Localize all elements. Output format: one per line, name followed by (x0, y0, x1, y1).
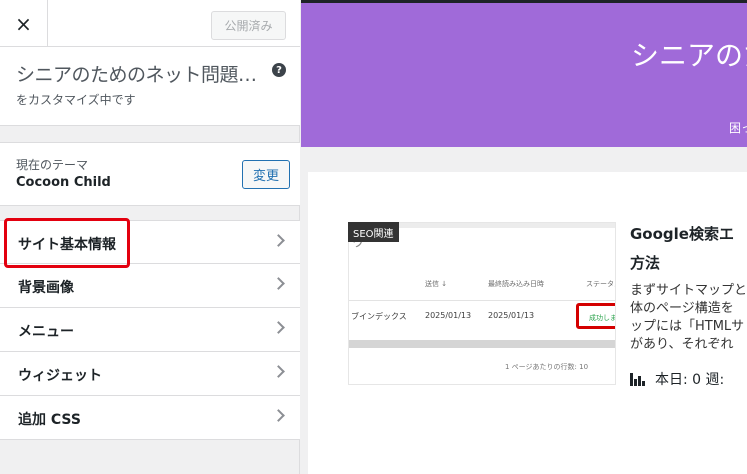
excerpt-line: があり、それぞれ (630, 337, 734, 352)
post-title[interactable]: Google検索エ 方法 (630, 220, 747, 278)
menu-item-label: ウィジェット (18, 368, 102, 384)
thumbnail-column-header: 送信 ↓ (425, 280, 448, 288)
menu-item-label: 背景画像 (18, 280, 74, 296)
current-theme-section: 現在のテーマ Cocoon Child 変更 (0, 142, 300, 206)
excerpt-line: ップには「HTMLサ (630, 319, 745, 334)
post-title-line: 方法 (630, 254, 661, 272)
thumbnail-column-header: 最終読み込み日時 (488, 280, 544, 288)
site-preview: シニアのため 困っ ヮ 送信 ↓ 最終読み込み日時 ステータス ブインデックス … (301, 0, 747, 474)
status-highlight: 成功しました (576, 303, 615, 329)
thumbnail-cell: 2025/01/13 (488, 311, 535, 320)
menu-item-label: サイト基本情報 (18, 237, 116, 253)
header-title[interactable]: シニアのため (631, 34, 747, 74)
chevron-right-icon (272, 365, 285, 378)
thumbnail-cell: 2025/01/13 (425, 311, 472, 320)
stats-text: 本日: 0 週: (655, 372, 725, 388)
menu-item-additional-css[interactable]: 追加 CSS (0, 396, 300, 440)
site-title: シニアのためのネット問題… (16, 64, 257, 86)
help-icon[interactable]: ? (272, 63, 286, 77)
thumbnail-rows-per-page: 1 ページあたりの行数: 10 (505, 363, 589, 371)
post-title-line: Google検索エ (630, 225, 734, 243)
post-thumbnail[interactable]: ヮ 送信 ↓ 最終読み込み日時 ステータス ブインデックス 2025/01/13… (348, 222, 616, 385)
chevron-right-icon (272, 277, 285, 290)
chevron-right-icon (272, 321, 285, 334)
post-card[interactable]: ヮ 送信 ↓ 最終読み込み日時 ステータス ブインデックス 2025/01/13… (308, 172, 747, 474)
menu-item-widgets[interactable]: ウィジェット (0, 352, 300, 396)
close-icon[interactable]: × (0, 0, 48, 47)
thumbnail-column-header: ステータス (586, 280, 615, 288)
theme-label: 現在のテーマ (16, 158, 89, 172)
customizing-label: をカスタマイズ中です (16, 93, 136, 107)
post-excerpt: まずサイトマップと 体のページ構造を ップには「HTMLサ があり、それぞれ (630, 282, 747, 354)
thumbnail-status: 成功しました (589, 314, 615, 322)
customizer-topbar: × 公開済み (0, 0, 300, 47)
theme-name: Cocoon Child (16, 175, 111, 190)
site-header: シニアのため 困っ (301, 3, 747, 147)
thumbnail-cell: ブインデックス (351, 312, 407, 321)
customizer-menu: サイト基本情報 背景画像 メニュー ウィジェット 追加 CSS (0, 220, 300, 440)
bar-chart-icon (630, 372, 646, 386)
chevron-right-icon (272, 234, 285, 247)
header-tagline: 困っ (729, 121, 747, 135)
menu-item-label: メニュー (18, 324, 74, 340)
thumbnail-divider (349, 300, 615, 301)
menu-item-site-identity[interactable]: サイト基本情報 (0, 220, 300, 264)
publish-button[interactable]: 公開済み (211, 11, 286, 40)
menu-item-background-image[interactable]: 背景画像 (0, 264, 300, 308)
menu-item-menus[interactable]: メニュー (0, 308, 300, 352)
change-theme-button[interactable]: 変更 (242, 160, 290, 189)
excerpt-line: 体のページ構造を (630, 301, 734, 316)
thumbnail-scrollbar (349, 340, 615, 348)
chevron-right-icon (272, 409, 285, 422)
site-info: シニアのためのネット問題… ? をカスタマイズ中です (0, 47, 300, 126)
excerpt-line: まずサイトマップと (630, 283, 747, 298)
customizer-panel: × 公開済み シニアのためのネット問題… ? をカスタマイズ中です 現在のテーマ… (0, 0, 300, 474)
post-stats: 本日: 0 週: (630, 369, 724, 389)
menu-item-label: 追加 CSS (18, 412, 81, 428)
category-label[interactable]: SEO関連 (348, 222, 399, 242)
